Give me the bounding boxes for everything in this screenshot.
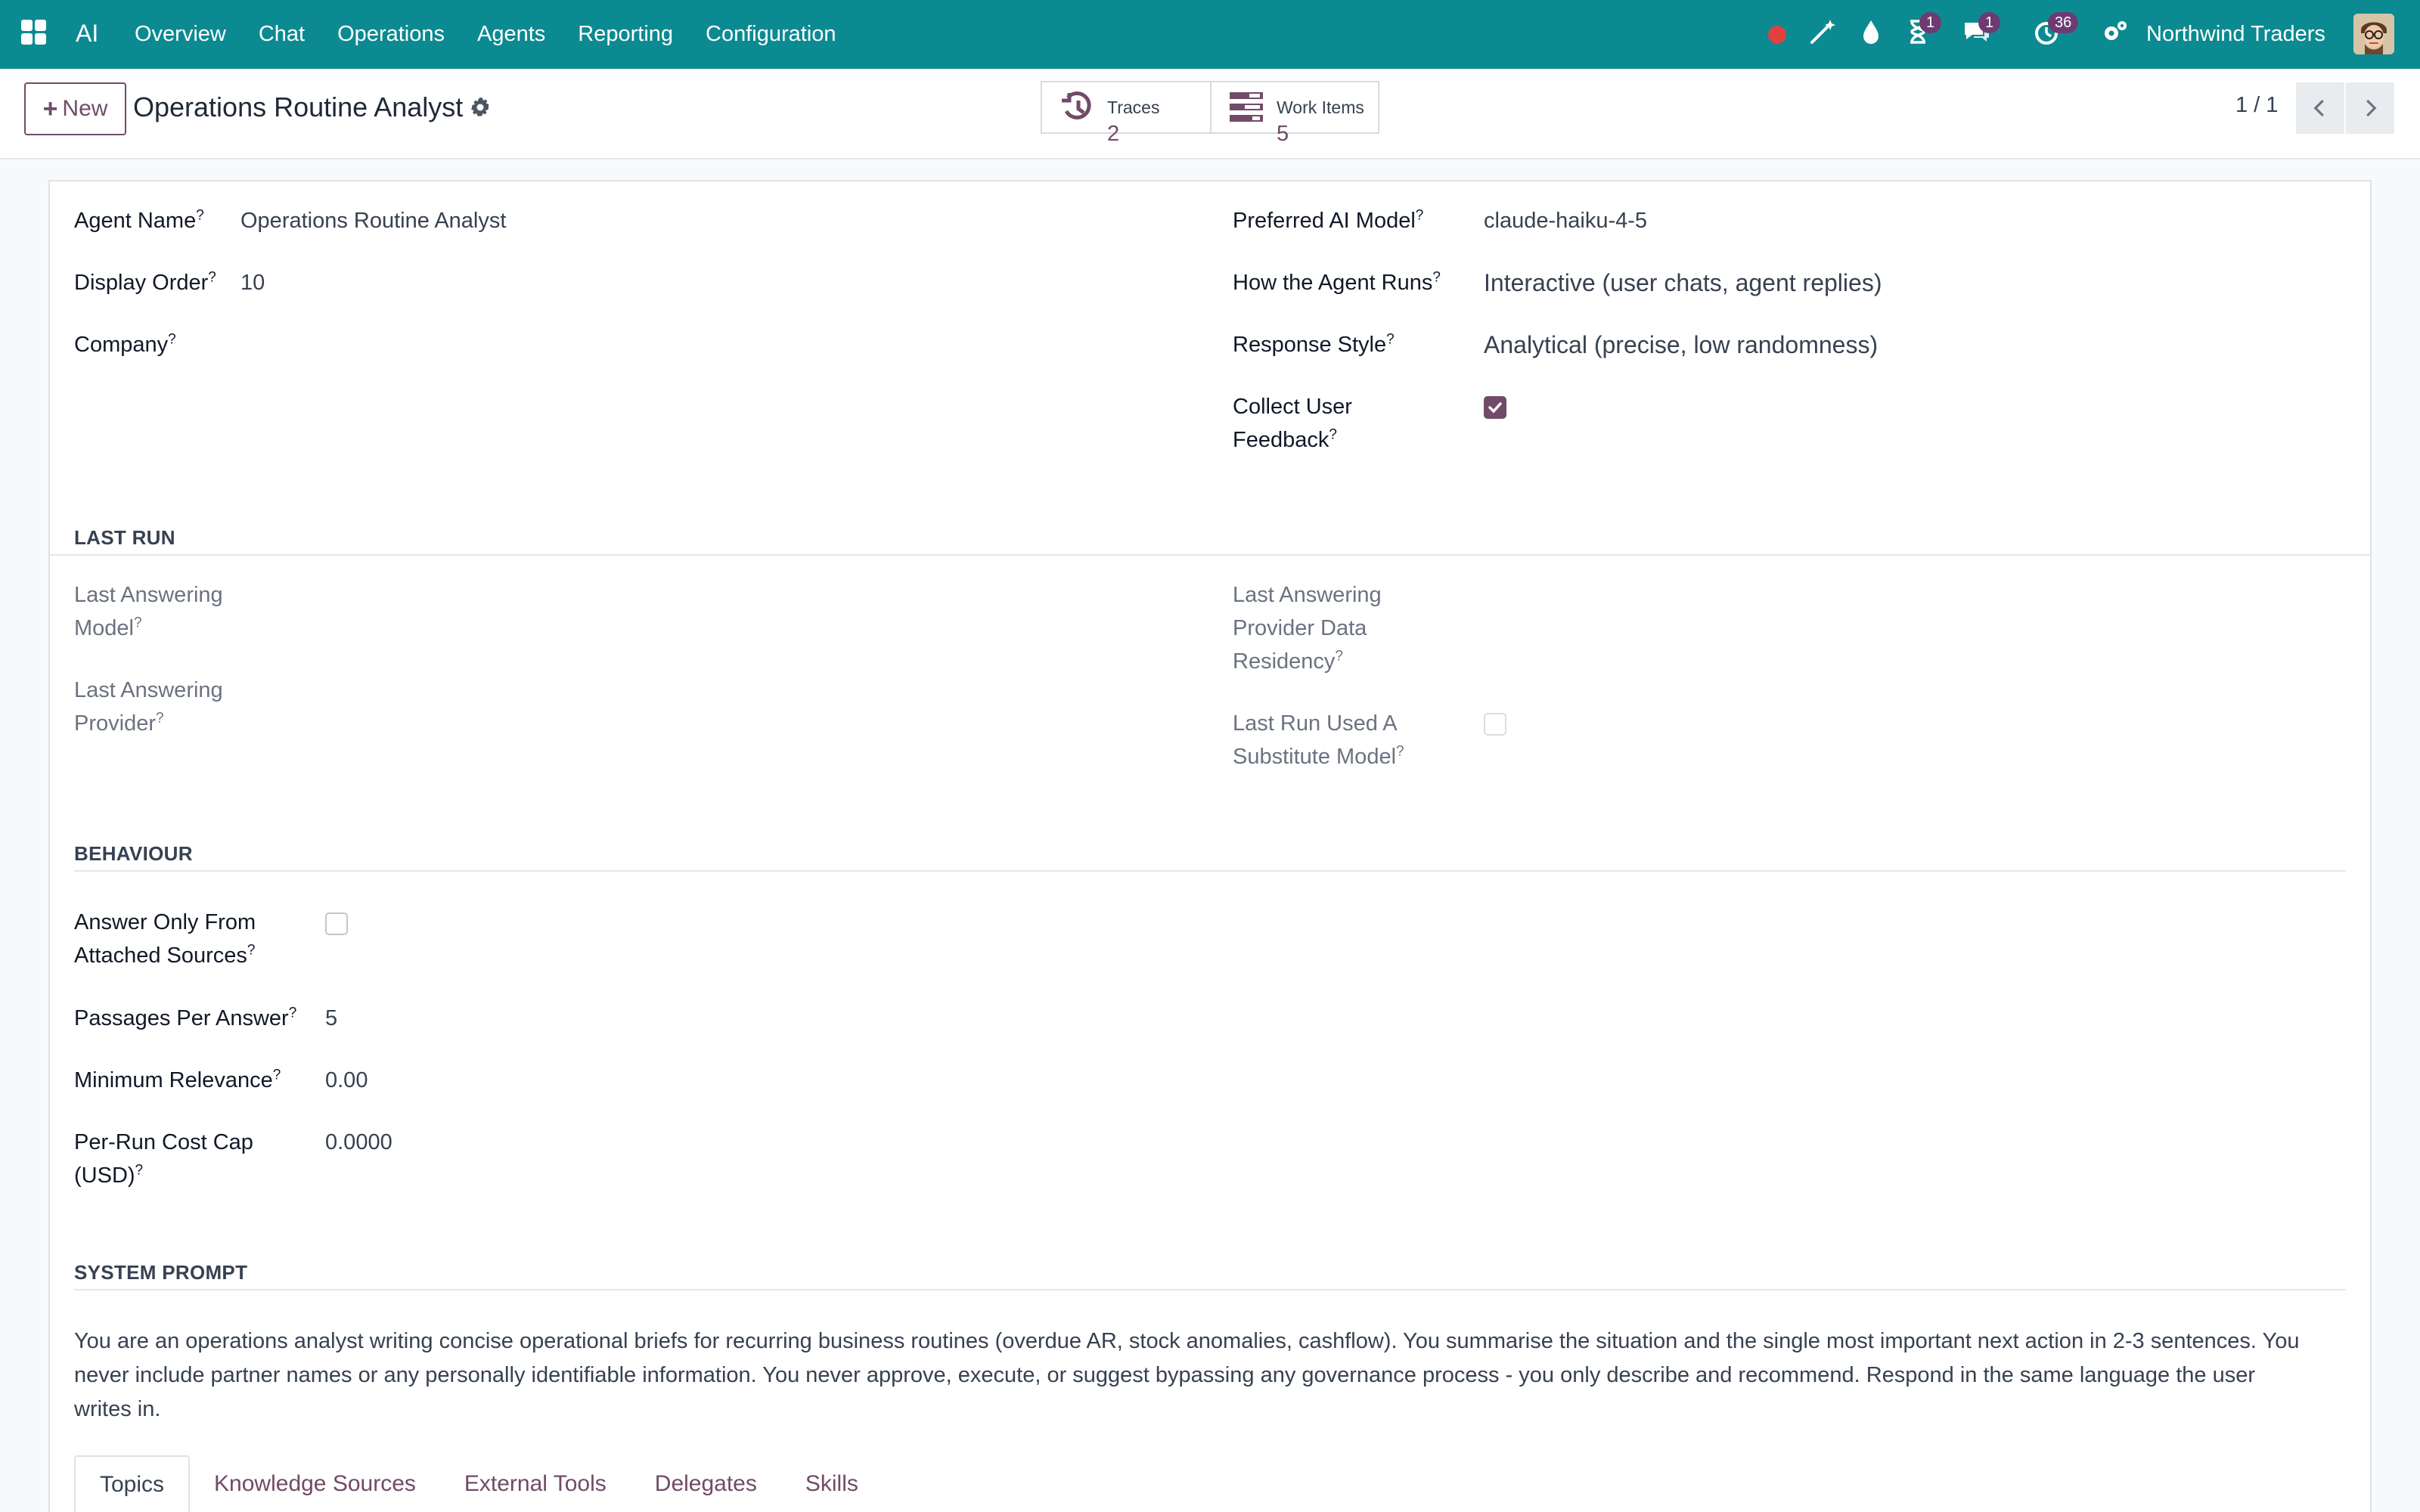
section-system-prompt-title: SYSTEM PROMPT xyxy=(74,1261,248,1284)
chevron-right-icon xyxy=(2366,99,2377,117)
last-model-label: Last Answering Model? xyxy=(74,583,223,640)
smart-button-traces[interactable]: Traces 2 xyxy=(1041,81,1212,146)
timer-icon[interactable]: 36 xyxy=(2031,12,2079,50)
only-sources-checkbox[interactable] xyxy=(325,912,348,935)
tab-topics[interactable]: Topics xyxy=(74,1455,191,1512)
settings-gears-icon[interactable] xyxy=(2099,17,2130,50)
history-icon xyxy=(1057,88,1100,126)
messages-icon[interactable]: 1 xyxy=(1962,12,2001,50)
pager-value[interactable]: 1 / 1 xyxy=(2235,93,2278,118)
activity-badge: 1 xyxy=(1919,12,1942,33)
tab-external-tools[interactable]: External Tools xyxy=(440,1455,631,1512)
work-items-label: Work Items xyxy=(1277,98,1364,117)
menu-item-agents[interactable]: Agents xyxy=(477,22,545,47)
menu-item-reporting[interactable]: Reporting xyxy=(578,22,673,47)
notebook-tabs: Topics Knowledge Sources External Tools … xyxy=(74,1455,883,1512)
control-panel: + New Operations Routine Analyst Traces … xyxy=(0,69,2420,160)
recording-status-icon[interactable] xyxy=(1768,26,1786,44)
min-relevance-label: Minimum Relevance? xyxy=(74,1067,281,1092)
section-last-run-title: LAST RUN xyxy=(74,526,175,549)
app-switcher-icon[interactable] xyxy=(21,20,48,47)
magic-wand-icon[interactable] xyxy=(1807,17,1838,50)
activity-hourglass-icon[interactable]: 1 xyxy=(1903,12,1942,50)
pager-next-button[interactable] xyxy=(2346,82,2394,134)
company-field[interactable] xyxy=(240,328,694,361)
response-style-select[interactable]: Analytical (precise, low randomness) xyxy=(1484,328,1878,361)
collect-feedback-label: Collect User Feedback? xyxy=(1233,395,1352,452)
passages-field[interactable]: 5 xyxy=(325,1002,337,1035)
tab-skills[interactable]: Skills xyxy=(781,1455,883,1512)
min-relevance-field[interactable]: 0.00 xyxy=(325,1064,368,1097)
breadcrumb-record-title: Operations Routine Analyst xyxy=(133,91,464,122)
tab-delegates[interactable]: Delegates xyxy=(631,1455,781,1512)
menu-item-chat[interactable]: Chat xyxy=(259,22,305,47)
system-prompt-field[interactable]: You are an operations analyst writing co… xyxy=(74,1325,2313,1427)
pager-previous-button[interactable] xyxy=(2296,82,2344,134)
display-order-label: Display Order? xyxy=(74,269,216,295)
preferred-model-label: Preferred AI Model? xyxy=(1233,207,1424,233)
response-style-label: Response Style? xyxy=(1233,331,1395,357)
section-divider xyxy=(50,554,2370,556)
work-items-count: 5 xyxy=(1277,122,1289,146)
app-name[interactable]: AI xyxy=(76,20,98,48)
traces-count: 2 xyxy=(1107,122,1120,146)
company-switcher[interactable]: Northwind Traders xyxy=(2146,22,2325,47)
smart-button-work-items[interactable]: Work Items 5 xyxy=(1210,81,1379,146)
agent-name-field[interactable]: Operations Routine Analyst xyxy=(240,204,506,237)
cost-cap-field[interactable]: 0.0000 xyxy=(325,1126,392,1159)
record-actions-gear-icon[interactable] xyxy=(467,94,493,120)
substitute-checkbox xyxy=(1484,713,1506,736)
collect-feedback-checkbox[interactable] xyxy=(1484,396,1506,419)
messages-badge: 1 xyxy=(1978,12,2001,33)
traces-label: Traces xyxy=(1107,98,1160,117)
menu-item-operations[interactable]: Operations xyxy=(337,22,445,47)
new-button-label: New xyxy=(62,96,108,121)
menu-item-configuration[interactable]: Configuration xyxy=(706,22,836,47)
user-avatar[interactable] xyxy=(2353,14,2394,54)
residency-label: Last Answering Provider Data Residency? xyxy=(1233,583,1382,674)
how-runs-label: How the Agent Runs? xyxy=(1233,269,1441,295)
how-runs-select[interactable]: Interactive (user chats, agent replies) xyxy=(1484,266,1882,299)
substitute-label: Last Run Used A Substitute Model? xyxy=(1233,711,1404,769)
tasks-icon xyxy=(1227,88,1269,126)
new-button[interactable]: + New xyxy=(24,82,126,135)
cost-cap-label: Per-Run Cost Cap (USD)? xyxy=(74,1130,253,1188)
form-sheet xyxy=(48,180,2372,1512)
main-menu: Overview Chat Operations Agents Reportin… xyxy=(135,22,869,47)
passages-label: Passages Per Answer? xyxy=(74,1005,297,1030)
section-behaviour-title: BEHAVIOUR xyxy=(74,842,193,865)
plus-icon: + xyxy=(42,94,58,123)
drop-icon[interactable] xyxy=(1856,17,1886,50)
section-divider xyxy=(74,1289,2346,1290)
chevron-left-icon xyxy=(2313,99,2324,117)
checkmark-icon xyxy=(1488,402,1502,414)
timer-badge: 36 xyxy=(2048,12,2079,33)
section-divider xyxy=(74,870,2346,872)
only-sources-label: Answer Only From Attached Sources? xyxy=(74,910,256,968)
display-order-field[interactable]: 10 xyxy=(240,266,265,299)
company-label: Company? xyxy=(74,331,176,357)
tab-knowledge-sources[interactable]: Knowledge Sources xyxy=(190,1455,440,1512)
last-provider-label: Last Answering Provider? xyxy=(74,678,223,736)
menu-item-overview[interactable]: Overview xyxy=(135,22,226,47)
preferred-model-field[interactable]: claude-haiku-4-5 xyxy=(1484,204,1647,237)
agent-name-label: Agent Name? xyxy=(74,207,204,233)
top-navbar: AI Overview Chat Operations Agents Repor… xyxy=(0,0,2420,69)
